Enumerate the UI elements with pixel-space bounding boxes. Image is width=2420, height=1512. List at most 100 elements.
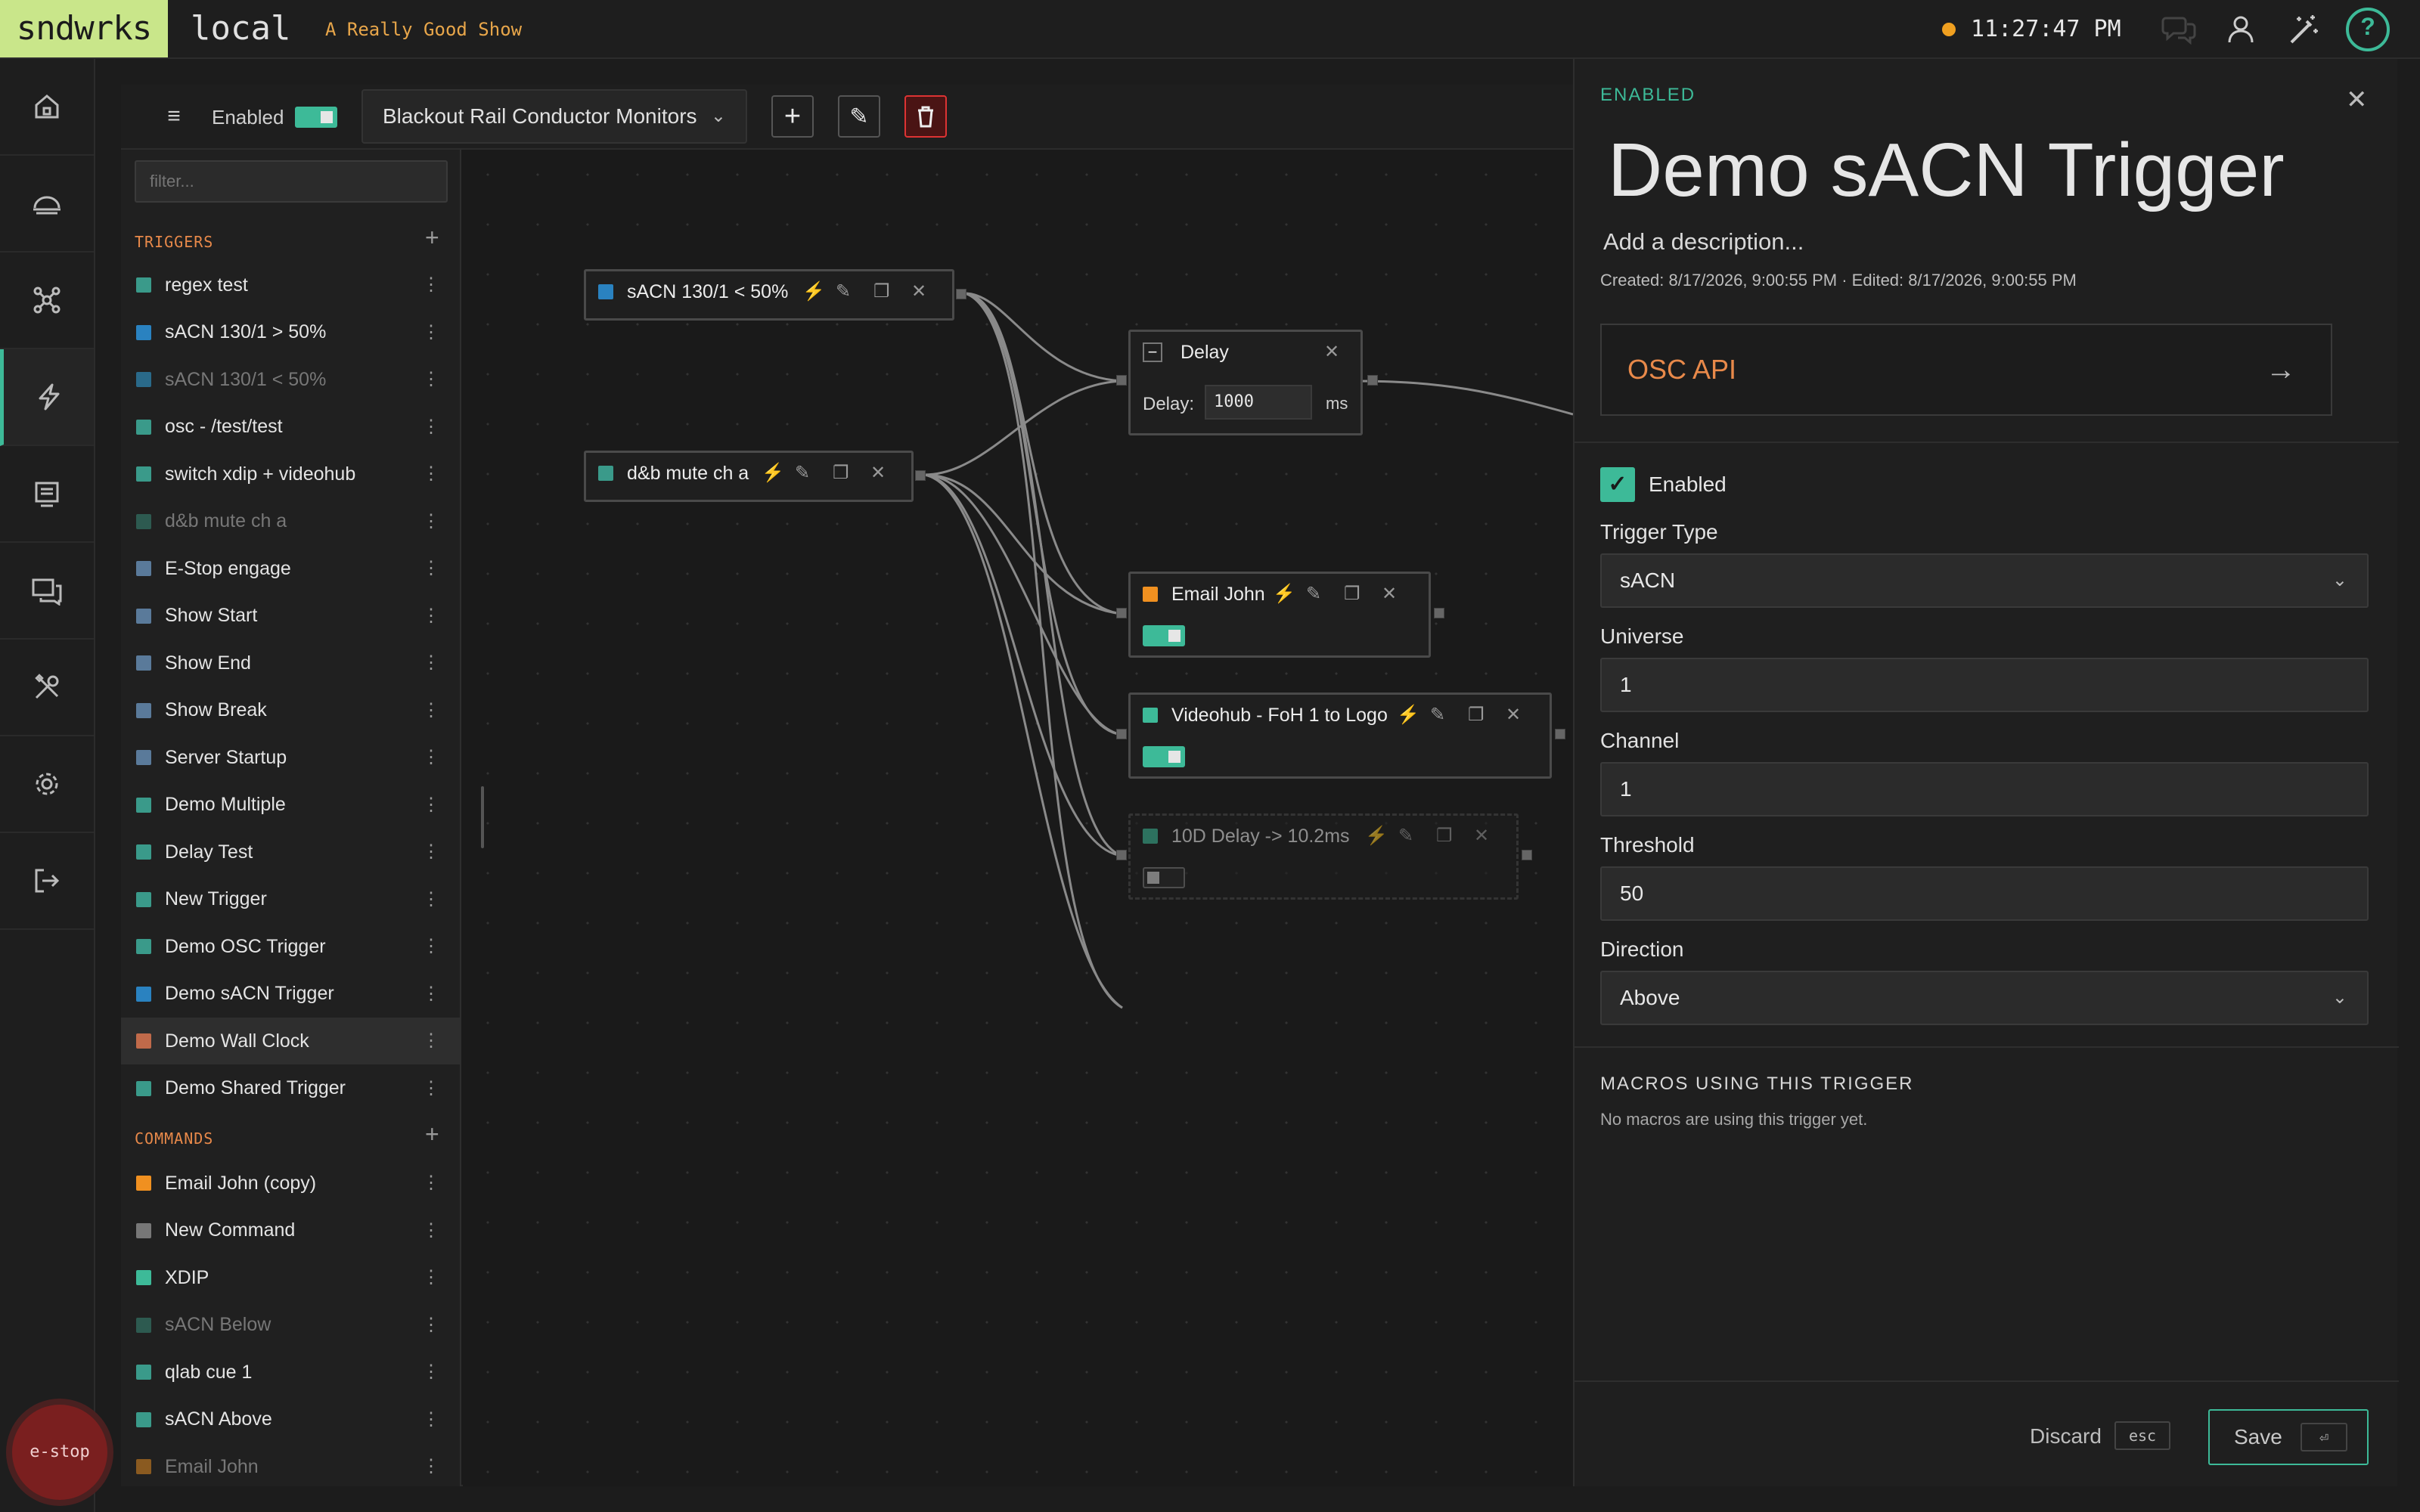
close-icon[interactable]: ✕	[1382, 574, 1397, 615]
trigger-list-item[interactable]: sACN 130/1 > 50% ⋮	[121, 309, 460, 356]
trigger-list-item[interactable]: regex test ⋮	[121, 262, 460, 308]
input-port[interactable]	[1116, 375, 1127, 386]
more-options-icon[interactable]: ⋮	[422, 1160, 440, 1207]
more-options-icon[interactable]: ⋮	[422, 971, 440, 1018]
discard-button[interactable]: Discard	[2030, 1424, 2102, 1448]
more-options-icon[interactable]: ⋮	[422, 1396, 440, 1443]
nav-network[interactable]	[0, 253, 94, 349]
close-icon[interactable]: ✕	[870, 453, 886, 494]
more-options-icon[interactable]: ⋮	[422, 1349, 440, 1396]
more-options-icon[interactable]: ⋮	[422, 1443, 440, 1486]
channel-input[interactable]: 1	[1600, 762, 2369, 816]
more-options-icon[interactable]: ⋮	[422, 829, 440, 875]
close-icon[interactable]: ✕	[1324, 332, 1339, 373]
input-port[interactable]	[1116, 608, 1127, 618]
nav-logout[interactable]	[0, 833, 94, 930]
output-port[interactable]	[1434, 608, 1444, 618]
trigger-list-item[interactable]: d&b mute ch a ⋮	[121, 498, 460, 545]
bolt-icon[interactable]: ⚡	[1397, 695, 1419, 736]
command-enabled-toggle[interactable]	[1143, 625, 1185, 646]
copy-icon[interactable]: ❐	[1468, 695, 1485, 736]
description-field[interactable]: Add a description...	[1603, 228, 1804, 256]
trigger-list-item[interactable]: Show End ⋮	[121, 640, 460, 686]
more-options-icon[interactable]: ⋮	[422, 923, 440, 970]
input-port[interactable]	[1116, 729, 1127, 739]
bolt-icon[interactable]: ⚡	[1365, 816, 1388, 857]
trigger-list-item[interactable]: Delay Test ⋮	[121, 829, 460, 875]
help-icon[interactable]: ?	[2346, 8, 2390, 51]
threshold-input[interactable]: 50	[1600, 866, 2369, 921]
panel-resize-handle[interactable]	[481, 786, 484, 848]
trigger-type-select[interactable]: sACN ⌄	[1600, 553, 2369, 608]
more-options-icon[interactable]: ⋮	[422, 545, 440, 592]
trigger-list-item[interactable]: switch xdip + videohub ⋮	[121, 451, 460, 497]
edit-icon[interactable]: ✎	[1306, 574, 1321, 615]
input-port[interactable]	[1116, 850, 1127, 860]
command-list-item[interactable]: XDIP ⋮	[121, 1254, 460, 1301]
edit-icon[interactable]: ✎	[1398, 816, 1413, 857]
command-list-item[interactable]: sACN Below ⋮	[121, 1302, 460, 1349]
output-port[interactable]	[1555, 729, 1565, 739]
edit-icon[interactable]: ✎	[795, 453, 810, 494]
node-graph-canvas[interactable]: sACN 130/1 < 50% ⚡ ✎ ❐ ✕ d&b mute ch a ⚡…	[463, 150, 1573, 1486]
close-icon[interactable]: ✕	[1474, 816, 1489, 857]
show-name[interactable]: A Really Good Show	[325, 0, 522, 59]
macro-enabled-toggle[interactable]	[295, 107, 337, 128]
more-options-icon[interactable]: ⋮	[422, 782, 440, 829]
trigger-list-item[interactable]: E-Stop engage ⋮	[121, 545, 460, 592]
enabled-checkbox[interactable]: ✓	[1600, 467, 1635, 502]
node-dnb-trigger[interactable]: d&b mute ch a ⚡ ✎ ❐ ✕	[584, 451, 914, 502]
more-options-icon[interactable]: ⋮	[422, 1302, 440, 1349]
more-options-icon[interactable]: ⋮	[422, 404, 440, 451]
node-email-john[interactable]: Email John ⚡ ✎ ❐ ✕	[1128, 572, 1431, 658]
copy-icon[interactable]: ❐	[833, 453, 849, 494]
command-list-item[interactable]: sACN Above ⋮	[121, 1396, 460, 1443]
more-options-icon[interactable]: ⋮	[422, 356, 440, 403]
close-panel-button[interactable]: ✕	[2346, 85, 2368, 115]
output-port[interactable]	[956, 289, 966, 299]
trigger-list-item[interactable]: Show Break ⋮	[121, 687, 460, 734]
more-options-icon[interactable]: ⋮	[422, 734, 440, 781]
copy-icon[interactable]: ❐	[873, 271, 890, 312]
trigger-list-item[interactable]: osc - /test/test ⋮	[121, 404, 460, 451]
copy-icon[interactable]: ❐	[1436, 816, 1453, 857]
node-sacn-trigger[interactable]: sACN 130/1 < 50% ⚡ ✎ ❐ ✕	[584, 269, 954, 321]
trigger-list-item[interactable]: Demo Multiple ⋮	[121, 782, 460, 829]
delay-input[interactable]: 1000	[1205, 385, 1312, 420]
trigger-list-item[interactable]: New Trigger ⋮	[121, 876, 460, 923]
more-options-icon[interactable]: ⋮	[422, 1254, 440, 1301]
trigger-list-item[interactable]: Server Startup ⋮	[121, 734, 460, 781]
close-icon[interactable]: ✕	[911, 271, 926, 312]
more-options-icon[interactable]: ⋮	[422, 1207, 440, 1254]
command-list-item[interactable]: New Command ⋮	[121, 1207, 460, 1254]
more-options-icon[interactable]: ⋮	[422, 262, 440, 308]
app-logo[interactable]: sndwrks	[0, 0, 168, 57]
more-options-icon[interactable]: ⋮	[422, 640, 440, 686]
command-list-item[interactable]: qlab cue 1 ⋮	[121, 1349, 460, 1396]
nav-triggers[interactable]	[0, 349, 94, 446]
filter-input[interactable]	[135, 160, 448, 203]
save-button[interactable]: Save ⏎	[2208, 1409, 2369, 1465]
trigger-list-item[interactable]: Demo Wall Clock ⋮	[121, 1018, 460, 1064]
delete-macro-button[interactable]	[904, 95, 947, 138]
nav-messages[interactable]	[0, 543, 94, 640]
nav-dashboard[interactable]	[0, 156, 94, 253]
output-port[interactable]	[915, 470, 926, 481]
edit-macro-button[interactable]: ✎	[838, 95, 880, 138]
magic-wand-icon[interactable]	[2284, 11, 2322, 48]
more-options-icon[interactable]: ⋮	[422, 876, 440, 923]
more-options-icon[interactable]: ⋮	[422, 309, 440, 356]
collapse-button[interactable]: −	[1143, 342, 1162, 362]
trigger-list-item[interactable]: Demo sACN Trigger ⋮	[121, 971, 460, 1018]
node-10d-delay[interactable]: 10D Delay -> 10.2ms ⚡ ✎ ❐ ✕	[1128, 813, 1519, 900]
copy-icon[interactable]: ❐	[1344, 574, 1360, 615]
output-port[interactable]	[1522, 850, 1532, 860]
add-macro-button[interactable]: +	[771, 95, 814, 138]
more-options-icon[interactable]: ⋮	[422, 593, 440, 640]
more-options-icon[interactable]: ⋮	[422, 451, 440, 497]
close-icon[interactable]: ✕	[1506, 695, 1521, 736]
trigger-list-item[interactable]: Show Start ⋮	[121, 593, 460, 640]
more-options-icon[interactable]: ⋮	[422, 1065, 440, 1112]
add-command-button[interactable]: +	[425, 1120, 439, 1148]
output-port[interactable]	[1367, 375, 1378, 386]
